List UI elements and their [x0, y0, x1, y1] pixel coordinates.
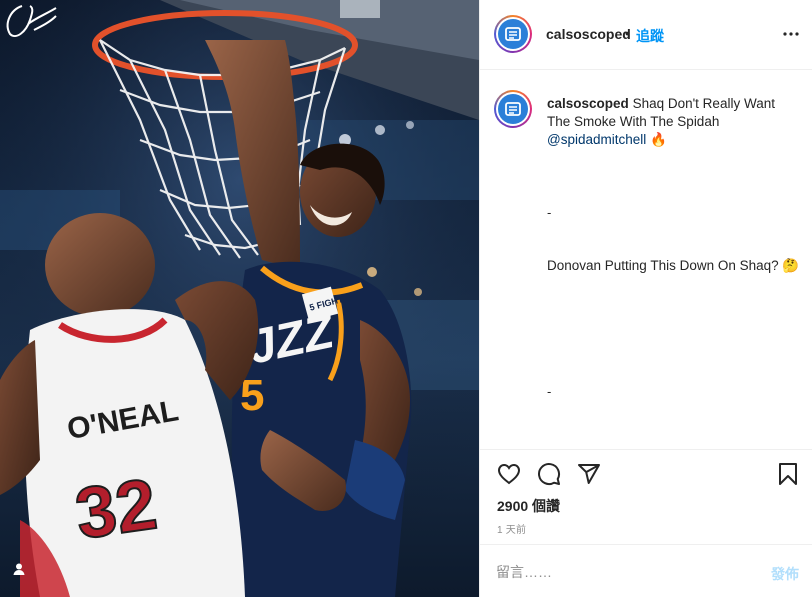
avatar-logo-icon — [498, 19, 528, 49]
caption-username-link[interactable]: calsoscoped — [547, 96, 629, 111]
comment-bar: 發佈 — [480, 544, 812, 597]
bookmark-icon — [779, 463, 797, 485]
caption-text: calsoscoped Shaq Don't Really Want The S… — [547, 95, 797, 149]
tagged-users-button[interactable] — [12, 562, 38, 588]
comment-icon — [538, 463, 561, 486]
caption-avatar[interactable] — [494, 90, 532, 128]
more-horiz-icon — [783, 32, 799, 36]
post-timestamp[interactable]: 1 天前 — [497, 521, 526, 536]
thinking-emoji: 🤔 — [782, 258, 800, 273]
avatar[interactable] — [494, 15, 532, 53]
signature-logo — [6, 5, 57, 38]
user-icon — [13, 563, 25, 575]
separator-dot: • — [625, 25, 630, 41]
post-image[interactable]: JZZ 5 5 FIGHT O'NEAL 32 — [0, 0, 479, 597]
caption-separator: - — [547, 205, 552, 220]
comment-input[interactable] — [496, 561, 736, 583]
share-button[interactable] — [576, 461, 602, 487]
fire-emoji: 🔥 — [650, 132, 667, 147]
post-header: calsoscoped • 追蹤 — [480, 0, 812, 70]
follow-button[interactable]: 追蹤 — [636, 26, 664, 46]
action-bar: 2900 個讚 1 天前 — [480, 449, 812, 544]
paper-plane-icon — [578, 464, 600, 484]
more-options-button[interactable] — [781, 26, 801, 42]
avatar-logo-icon — [498, 94, 528, 124]
post-details-panel: calsoscoped • 追蹤 calsoscoped Shaq Don't … — [479, 0, 812, 597]
caption-section: calsoscoped Shaq Don't Really Want The S… — [480, 70, 812, 450]
mention-link[interactable]: @spidadmitchell — [547, 132, 646, 147]
comment-button[interactable] — [536, 461, 562, 487]
like-button[interactable] — [496, 461, 522, 487]
save-button[interactable] — [775, 461, 801, 487]
post-photo-illustration: JZZ 5 5 FIGHT O'NEAL 32 — [0, 0, 479, 597]
likes-count[interactable]: 2900 個讚 — [497, 496, 560, 516]
caption-separator: - — [547, 384, 552, 399]
header-username-link[interactable]: calsoscoped — [546, 26, 631, 42]
heart-icon — [497, 463, 521, 485]
jersey-number-text: 32 — [71, 464, 161, 554]
caption-question-text: Donovan Putting This Down On Shaq? — [547, 258, 779, 273]
caption-question: Donovan Putting This Down On Shaq? 🤔 — [547, 257, 802, 275]
post-comment-button[interactable]: 發佈 — [771, 564, 799, 584]
